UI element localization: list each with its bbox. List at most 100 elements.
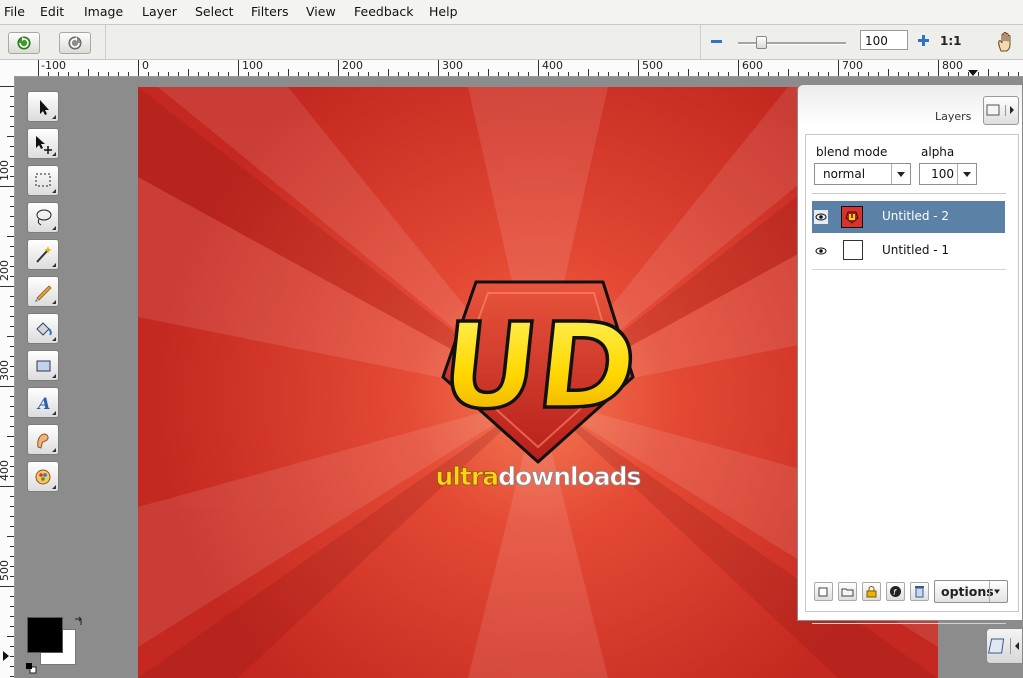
pointer-tool[interactable] [27, 91, 59, 122]
lock-layer-button[interactable] [862, 582, 881, 601]
move-tool-icon [36, 136, 52, 154]
magic-wand-icon [36, 246, 52, 263]
ruler-label: 300 [442, 60, 463, 72]
swap-colors-icon[interactable] [73, 615, 85, 627]
ruler-label: 200 [0, 260, 11, 281]
ruler-label: 500 [0, 560, 11, 581]
secondary-panel-tab[interactable] [986, 628, 1023, 664]
vertical-ruler: 100 200 300 400 500 [0, 76, 15, 678]
layer-name: Untitled - 2 [882, 209, 950, 223]
trash-icon [915, 586, 924, 598]
chevron-down-icon [957, 164, 976, 184]
alpha-label: alpha [921, 145, 955, 159]
zoom-input[interactable]: 100 [860, 30, 908, 50]
ruler-label: 800 [942, 60, 963, 72]
divider [812, 269, 1006, 270]
ruler-label: 700 [842, 60, 863, 72]
shape-tool[interactable] [27, 350, 59, 381]
options-label: options [941, 584, 994, 599]
color-picker-tool[interactable] [27, 461, 59, 492]
new-layer-icon [818, 587, 828, 597]
magic-wand-tool[interactable] [27, 239, 59, 270]
logo-wordmark-highlight: ultra [436, 462, 499, 491]
ruler-label: 500 [642, 60, 663, 72]
layers-panel: Layers blend mode alpha normal 100 Untit… [797, 84, 1023, 624]
redo-icon [68, 36, 82, 50]
panel-icon [988, 638, 1019, 654]
shape-tool-icon [36, 360, 51, 372]
zoom-in-icon[interactable] [917, 34, 931, 48]
ruler-label: 100 [242, 60, 263, 72]
brush-icon [35, 285, 52, 302]
marquee-tool-icon [35, 173, 51, 187]
foreground-color-swatch[interactable] [27, 617, 63, 653]
brush-tool[interactable] [27, 276, 59, 307]
smudge-tool[interactable] [27, 424, 59, 455]
menu-file[interactable]: File [4, 4, 25, 19]
ruler-label: 300 [0, 360, 11, 381]
panel-menu-button[interactable] [983, 96, 1019, 125]
ruler-label: 0 [142, 60, 149, 72]
layer-thumbnail-art [845, 211, 859, 224]
blend-mode-select[interactable]: normal [814, 163, 911, 185]
divider [812, 193, 1006, 194]
menu-help[interactable]: Help [429, 4, 458, 19]
new-layer-button[interactable] [814, 582, 833, 601]
zoom-slider-track[interactable] [738, 42, 846, 45]
layers-panel-title: Layers [935, 110, 972, 123]
reset-colors-icon[interactable] [25, 662, 37, 674]
lasso-tool[interactable] [27, 202, 59, 233]
logo-letters: UD [435, 297, 643, 435]
layer-thumbnail [841, 206, 863, 228]
color-picker-icon [35, 469, 51, 485]
menu-layer[interactable]: Layer [142, 4, 177, 19]
lasso-tool-icon [36, 209, 52, 226]
toolbar-separator [700, 25, 701, 59]
visibility-eye-icon[interactable] [814, 244, 828, 258]
ruler-label: 100 [0, 160, 11, 181]
toolbar: 100 1:1 [0, 25, 1023, 60]
horizontal-ruler: -100 0 100 200 300 400 500 600 700 800 [0, 60, 1023, 77]
menu-view[interactable]: View [306, 4, 336, 19]
visibility-eye-icon[interactable] [814, 210, 828, 224]
menu-filters[interactable]: Filters [251, 4, 288, 19]
options-button[interactable]: options [934, 580, 1008, 603]
ruler-label: -100 [41, 60, 66, 72]
ruler-label: 200 [342, 60, 363, 72]
ruler-marker-icon [3, 651, 9, 661]
marquee-tool[interactable] [27, 165, 59, 196]
logo-wordmark: ultradownloads [436, 462, 641, 491]
zoom-slider-thumb[interactable] [756, 36, 767, 49]
alpha-select[interactable]: 100 [919, 163, 977, 185]
actual-size-button[interactable]: 1:1 [940, 34, 962, 48]
panel-icon [986, 104, 1014, 116]
menu-select[interactable]: Select [195, 4, 234, 19]
text-tool-icon: A [36, 394, 50, 413]
zoom-out-icon[interactable] [710, 35, 724, 49]
layer-row[interactable]: Untitled - 1 [812, 235, 1005, 267]
layer-effects-button[interactable]: f [886, 582, 905, 601]
chevron-down-icon [891, 164, 910, 184]
folder-icon [841, 588, 854, 597]
toolbar-separator [105, 25, 106, 59]
move-tool[interactable] [27, 128, 59, 159]
effects-icon: f [890, 586, 901, 597]
layer-thumbnail [843, 240, 863, 260]
ruler-label: 600 [742, 60, 763, 72]
ruler-marker-icon [968, 70, 978, 76]
undo-button[interactable] [8, 32, 40, 54]
text-tool[interactable]: A [27, 387, 59, 418]
layer-row[interactable]: Untitled - 2 [812, 201, 1005, 233]
new-group-button[interactable] [838, 582, 857, 601]
menu-image[interactable]: Image [84, 4, 123, 19]
layer-name: Untitled - 1 [882, 243, 950, 257]
hand-icon[interactable] [996, 31, 1016, 53]
redo-button[interactable] [59, 32, 91, 54]
paint-bucket-tool[interactable] [27, 313, 59, 344]
menu-feedback[interactable]: Feedback [354, 4, 414, 19]
delete-layer-button[interactable] [910, 582, 929, 601]
ruler-label: 400 [542, 60, 563, 72]
logo-wordmark-rest: downloads [498, 462, 640, 491]
menu-edit[interactable]: Edit [40, 4, 64, 19]
smudge-tool-icon [37, 433, 49, 449]
